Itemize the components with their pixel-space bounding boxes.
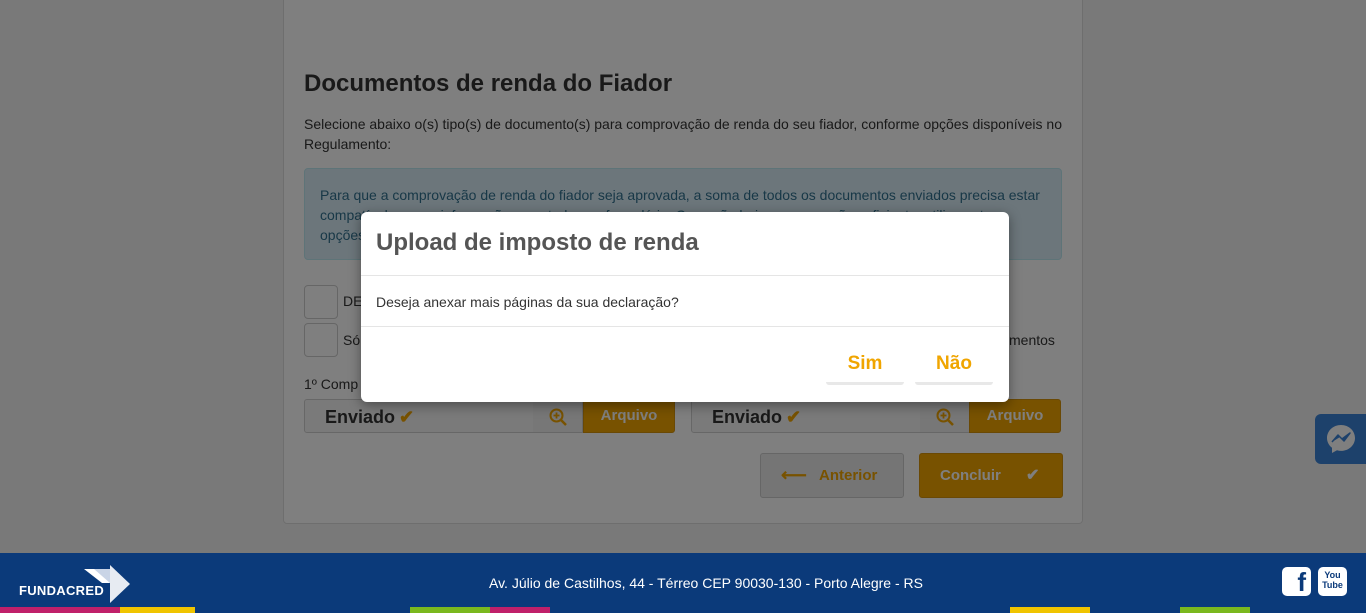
footer-stripe <box>120 607 195 613</box>
youtube-icon[interactable]: You Tube <box>1318 567 1347 596</box>
footer-stripe <box>490 607 550 613</box>
footer-stripe <box>1180 607 1250 613</box>
youtube-icon-text: You Tube <box>1322 570 1343 590</box>
yes-button[interactable]: Sim <box>826 350 904 385</box>
footer-address: Av. Júlio de Castilhos, 44 - Térreo CEP … <box>489 575 923 591</box>
footer-stripe <box>410 607 490 613</box>
upload-modal: Upload de imposto de renda Deseja anexar… <box>361 212 1009 402</box>
modal-title: Upload de imposto de renda <box>376 229 699 256</box>
footer-stripe <box>0 607 120 613</box>
modal-divider <box>361 326 1009 327</box>
facebook-icon[interactable]: f <box>1282 567 1311 597</box>
modal-divider <box>361 275 1009 276</box>
modal-body-text: Deseja anexar mais páginas da sua declar… <box>376 294 679 310</box>
footer-stripe <box>1010 607 1090 613</box>
footer: FUNDACRED Av. Júlio de Castilhos, 44 - T… <box>0 553 1366 613</box>
no-button[interactable]: Não <box>915 350 993 385</box>
